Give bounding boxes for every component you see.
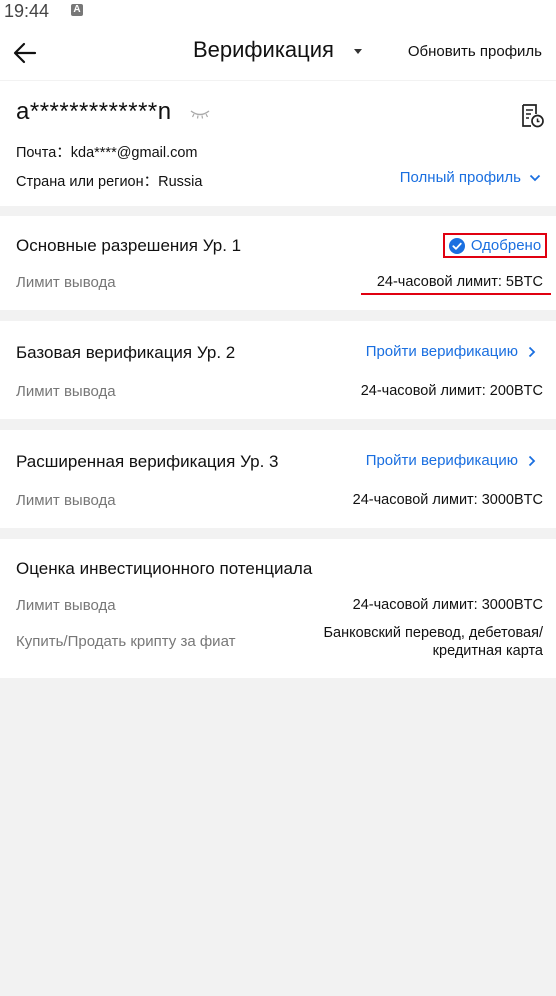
withdraw-limit-value: 24-часовой лимит: 3000BTC [352,492,543,508]
status-time: 19:44 [4,1,50,21]
level-1-title: Основные разрешения Ур. 1 [16,236,242,255]
check-circle-icon [448,237,465,254]
withdraw-limit-value: 24-часовой лимит: 200BTC [360,383,543,399]
full-profile-label: Полный профиль [399,169,521,186]
chevron-right-icon [528,346,536,357]
eye-closed-icon[interactable] [190,109,210,119]
highlight-underline [361,293,551,295]
withdraw-limit-label: Лимит вывода [16,597,116,614]
status-notification-icon: A [71,4,83,16]
fiat-methods-line-2: кредитная карта [432,643,543,659]
app-bar: Верификация Обновить профиль [0,24,556,80]
investment-title: Оценка инвестиционного потенциала [16,559,313,578]
verify-level-2-button[interactable]: Пройти верификацию [366,343,536,360]
profile-card: a*************n Почта：kda****@gmail.com … [0,81,556,206]
investment-card: Оценка инвестиционного потенциала Лимит … [0,539,556,678]
level-2-title: Базовая верификация Ур. 2 [16,343,236,362]
email-line: Почта：kda****@gmail.com [16,145,198,161]
verify-level-3-button[interactable]: Пройти верификацию [366,452,536,469]
level-3-title: Расширенная верификация Ур. 3 [16,452,279,471]
status-bar: 19:44 A [0,0,556,24]
chevron-down-icon [529,174,541,181]
withdraw-limit-value: 24-часовой лимит: 5BTC [376,274,543,290]
full-profile-link[interactable]: Полный профиль [400,169,541,186]
withdraw-limit-value: 24-часовой лимит: 3000BTC [352,597,543,613]
approved-badge: Одобрено [443,233,547,258]
masked-username: a*************n [16,98,172,125]
level-3-card: Расширенная верификация Ур. 3 Пройти вер… [0,430,556,528]
chevron-right-icon [528,455,536,466]
verify-label: Пройти верификацию [365,452,518,469]
caret-down-icon[interactable] [354,49,362,54]
document-clock-icon[interactable] [519,103,545,129]
fiat-methods-line-1: Банковский перевод, дебетовая/ [323,625,543,641]
arrow-left-icon[interactable] [10,38,40,68]
country-line: Страна или регион：Russia [16,174,203,190]
fiat-trade-label: Купить/Продать крипту за фиат [16,633,236,650]
withdraw-limit-label: Лимит вывода [16,383,116,400]
approved-status: Одобрено [470,237,542,254]
verify-label: Пройти верификацию [365,343,518,360]
level-1-card: Основные разрешения Ур. 1 Одобрено Лимит… [0,216,556,310]
page-title[interactable]: Верификация [193,37,334,63]
withdraw-limit-label: Лимит вывода [16,492,116,509]
withdraw-limit-label: Лимит вывода [16,274,116,291]
level-2-card: Базовая верификация Ур. 2 Пройти верифик… [0,321,556,419]
update-profile-button[interactable]: Обновить профиль [408,43,542,60]
